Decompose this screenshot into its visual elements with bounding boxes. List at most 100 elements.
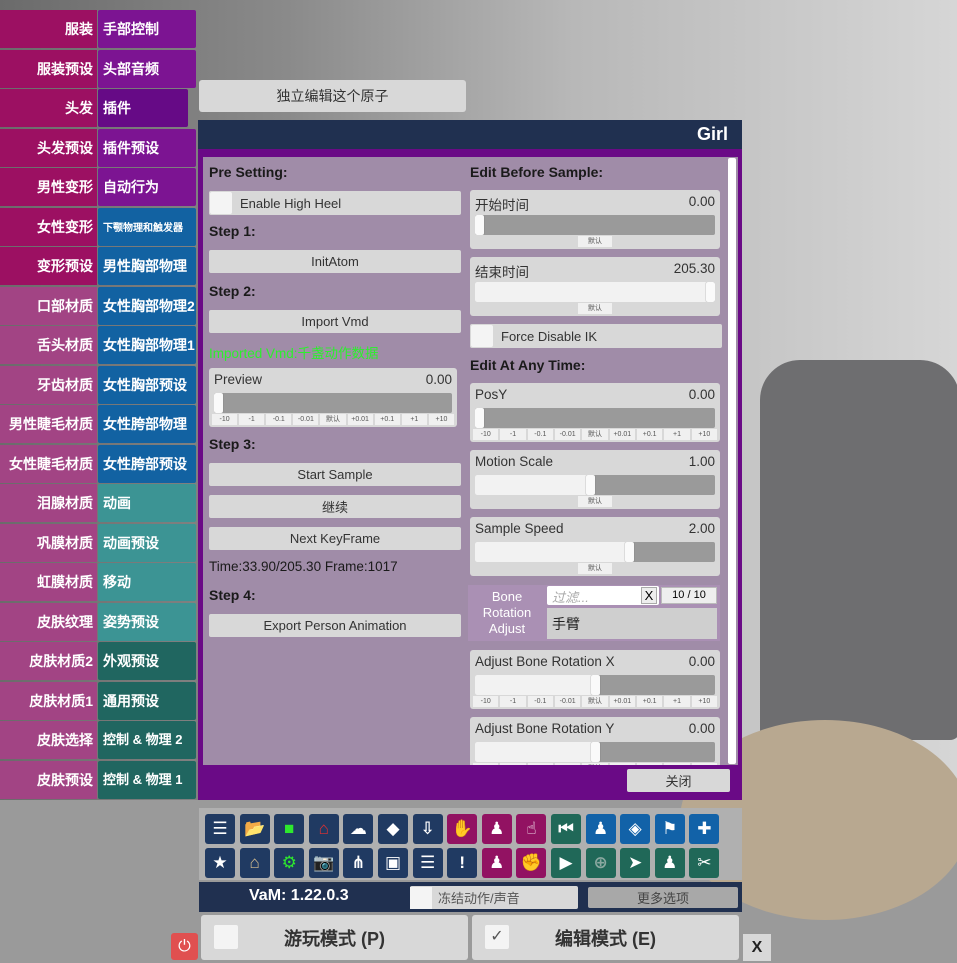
init-atom-button[interactable]: InitAtom [209,250,461,273]
step-button[interactable]: +0.01 [609,429,635,440]
step-button[interactable]: -0.1 [527,429,553,440]
sidebar-tab-left[interactable]: 虹膜材质 [0,563,97,601]
step-button[interactable]: -10 [212,414,238,425]
folder-gear-icon[interactable]: ⚙ [274,848,305,878]
sidebar-tab-right[interactable]: 女性胸部物理2 [98,286,196,325]
sidebar-tab-right[interactable]: 插件 [98,89,188,127]
sidebar-tab-right[interactable]: 手部控制 [98,10,196,48]
default-button[interactable]: 默认 [578,303,612,314]
step-button[interactable]: -1 [500,429,526,440]
sidebar-tab-left[interactable]: 牙齿材质 [0,365,97,404]
sidebar-tab-right[interactable]: 控制 & 物理 1 [98,760,196,799]
folder-open-tan-icon[interactable]: ⌂ [239,848,270,878]
freeze-toggle[interactable]: 冻结动作/声音 [410,886,578,909]
slider-handle[interactable] [706,282,715,302]
slider-track[interactable] [475,675,715,695]
slider-track[interactable] [475,742,715,762]
cursor-icon[interactable]: ➤ [620,848,651,878]
cloud-download-icon[interactable]: ☁ [343,814,374,844]
step-button[interactable]: +1 [664,429,690,440]
remove-person-icon[interactable]: ♟ [481,848,512,878]
sidebar-tab-left[interactable]: 服装 [0,10,97,48]
slider-handle[interactable] [590,742,600,762]
sidebar-tab-right[interactable]: 男性胸部物理 [98,247,196,285]
sidebar-tab-right[interactable]: 姿势预设 [98,602,196,641]
sidebar-tab-left[interactable]: 女性睫毛材质 [0,444,97,483]
play-mode-button[interactable]: 游玩模式 (P) [201,915,468,960]
sidebar-tab-right[interactable]: 女性胯部预设 [98,444,196,483]
step-button[interactable]: +0.1 [636,429,663,440]
edit-atom-button[interactable]: 独立编辑这个原子 [199,80,466,112]
default-button[interactable]: 默认 [578,563,612,574]
close-panel-button[interactable]: 关闭 [627,769,730,792]
inbox-download-icon[interactable]: ⇩ [412,814,443,844]
flag-icon[interactable]: ⚑ [654,814,685,844]
sidebar-tab-left[interactable]: 皮肤选择 [0,721,97,759]
sidebar-tab-right[interactable]: 女性胸部预设 [98,365,196,404]
step-button[interactable]: -10 [473,763,499,765]
checkbox[interactable] [210,192,232,214]
step-button[interactable]: -0.1 [527,696,553,707]
star-icon[interactable]: ★ [205,848,235,878]
default-button[interactable]: 默认 [578,496,612,507]
step-button[interactable]: -0.01 [555,429,581,440]
slider-handle[interactable] [590,675,600,695]
sidebar-tab-right[interactable]: 外观预设 [98,642,196,680]
step-button[interactable]: 默认 [582,429,608,440]
sidebar-tab-left[interactable]: 服装预设 [0,49,97,88]
plus-icon[interactable]: ✚ [689,814,720,844]
sidebar-tab-right[interactable]: 自动行为 [98,168,196,206]
document-icon[interactable]: ☰ [412,848,443,878]
sidebar-tab-left[interactable]: 变形预设 [0,247,97,285]
sidebar-tab-left[interactable]: 巩膜材质 [0,523,97,562]
slider-track[interactable] [475,542,715,562]
import-vmd-button[interactable]: Import Vmd [209,310,461,333]
sidebar-tab-left[interactable]: 皮肤预设 [0,760,97,799]
folder-icon[interactable]: ■ [274,814,305,844]
people-icon[interactable]: ♟ [654,848,685,878]
step-button[interactable]: -0.1 [527,763,553,765]
step-button[interactable]: +10 [691,763,717,765]
step-button[interactable]: -0.1 [266,414,292,425]
checkbox[interactable] [410,886,432,909]
sidebar-tab-left[interactable]: 皮肤材质1 [0,681,97,720]
open-box-icon[interactable]: ▣ [378,848,408,878]
sidebar-tab-right[interactable]: 头部音频 [98,49,196,88]
step-button[interactable]: +0.01 [609,763,635,765]
slider-handle[interactable] [475,215,484,235]
slider-track[interactable] [475,215,715,235]
default-button[interactable]: 默认 [578,236,612,247]
slider-track[interactable] [475,282,715,302]
touch-icon[interactable]: ☝ [516,814,547,844]
step-button[interactable]: +0.1 [636,763,663,765]
step-button[interactable]: +0.1 [374,414,400,425]
share-nodes-icon[interactable]: ⋔ [343,848,374,878]
step-button[interactable]: -1 [239,414,265,425]
sidebar-tab-left[interactable]: 泪腺材质 [0,484,97,522]
export-animation-button[interactable]: Export Person Animation [209,614,461,637]
step-button[interactable]: -10 [473,696,499,707]
step-button[interactable]: +1 [664,763,690,765]
sidebar-tab-left[interactable]: 头发 [0,89,97,127]
play-icon[interactable]: ▶ [551,848,581,878]
step-button[interactable]: 默认 [582,763,608,765]
edit-mode-button[interactable]: ✓ 编辑模式 (E) [472,915,739,960]
scrollbar[interactable] [728,158,736,764]
clear-filter-button[interactable]: X [641,587,657,604]
continue-button[interactable]: 继续 [209,495,461,518]
step-button[interactable]: +10 [428,414,454,425]
step-button[interactable]: +1 [664,696,690,707]
slider-handle[interactable] [475,408,484,428]
next-keyframe-button[interactable]: Next KeyFrame [209,527,461,550]
sidebar-tab-right[interactable]: 移动 [98,563,196,601]
power-icon[interactable]: ⏻ [171,933,198,960]
sidebar-tab-left[interactable]: 口部材质 [0,286,97,325]
folder-open-icon[interactable]: 📂 [239,814,270,844]
checkbox[interactable] [471,325,493,347]
close-button[interactable]: X [743,934,771,961]
step-button[interactable]: -0.01 [555,696,581,707]
step-button[interactable]: 默认 [320,414,346,425]
high-heel-toggle[interactable]: Enable High Heel [209,191,461,215]
sidebar-tab-left[interactable]: 头发预设 [0,128,97,167]
step-button[interactable]: +0.01 [347,414,373,425]
